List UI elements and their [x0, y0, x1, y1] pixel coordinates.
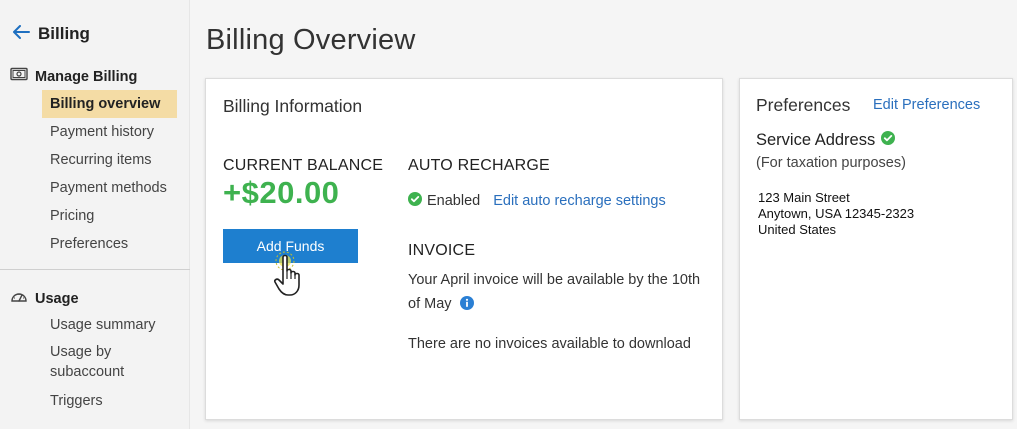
manage-billing-label: Manage Billing	[35, 68, 138, 85]
usage-heading: Usage	[10, 289, 79, 308]
billing-money-icon	[10, 67, 28, 86]
back-label: Billing	[38, 24, 90, 43]
edit-preferences-link[interactable]: Edit Preferences	[873, 97, 980, 113]
nav-item-usage-summary[interactable]: Usage summary	[42, 311, 177, 339]
sidebar-divider	[0, 269, 190, 270]
back-to-billing-link[interactable]: Billing	[12, 24, 90, 44]
check-circle-icon	[881, 131, 896, 150]
billing-information-card: Billing Information CURRENT BALANCE +$20…	[205, 78, 723, 420]
check-circle-icon	[408, 192, 422, 210]
gauge-icon	[10, 289, 28, 308]
add-funds-label: Add Funds	[256, 238, 325, 254]
no-invoices-text: There are no invoices available to downl…	[408, 336, 691, 352]
billing-information-title: Billing Information	[223, 96, 363, 116]
add-funds-button[interactable]: Add Funds	[223, 229, 358, 263]
service-address-label: Service Address	[756, 131, 876, 149]
invoice-line-1: Your April invoice will be available by …	[408, 272, 701, 288]
preferences-title: Preferences	[756, 95, 851, 115]
taxation-note: (For taxation purposes)	[756, 155, 906, 171]
nav-item-recurring-items[interactable]: Recurring items	[42, 146, 177, 174]
sidebar: Billing Manage Billing Billing overview …	[0, 0, 190, 429]
auto-recharge-status: Enabled Edit auto recharge settings	[408, 192, 666, 210]
nav-item-preferences[interactable]: Preferences	[42, 230, 177, 258]
address-line-2: Anytown, USA 12345-2323	[758, 206, 915, 221]
address-line-1: 123 Main Street	[758, 190, 850, 205]
manage-billing-heading: Manage Billing	[10, 67, 137, 86]
nav-item-payment-history[interactable]: Payment history	[42, 118, 177, 146]
address-line-3: United States	[758, 222, 837, 237]
nav-item-triggers[interactable]: Triggers	[42, 387, 177, 415]
current-balance-value: +$20.00	[223, 175, 340, 210]
invoice-line-2: of May	[408, 296, 452, 312]
arrow-left-icon	[12, 24, 30, 44]
info-icon[interactable]	[456, 296, 474, 312]
service-address: 123 Main Street Anytown, USA 12345-2323 …	[758, 190, 914, 238]
invoice-label: INVOICE	[408, 242, 476, 259]
nav-item-pricing[interactable]: Pricing	[42, 202, 177, 230]
nav-item-billing-overview[interactable]: Billing overview	[42, 90, 177, 118]
service-address-heading: Service Address	[756, 131, 896, 150]
nav-item-payment-methods[interactable]: Payment methods	[42, 174, 177, 202]
nav-item-usage-by-subaccount[interactable]: Usage by subaccount	[42, 342, 152, 384]
edit-auto-recharge-link[interactable]: Edit auto recharge settings	[493, 193, 666, 209]
usage-label: Usage	[35, 290, 79, 307]
auto-recharge-label: AUTO RECHARGE	[408, 157, 550, 174]
current-balance-label: CURRENT BALANCE	[223, 157, 384, 174]
invoice-availability-text: Your April invoice will be available by …	[408, 268, 718, 316]
preferences-card: Preferences Edit Preferences Service Add…	[739, 78, 1013, 420]
enabled-label: Enabled	[427, 193, 481, 209]
page-title: Billing Overview	[206, 24, 416, 56]
